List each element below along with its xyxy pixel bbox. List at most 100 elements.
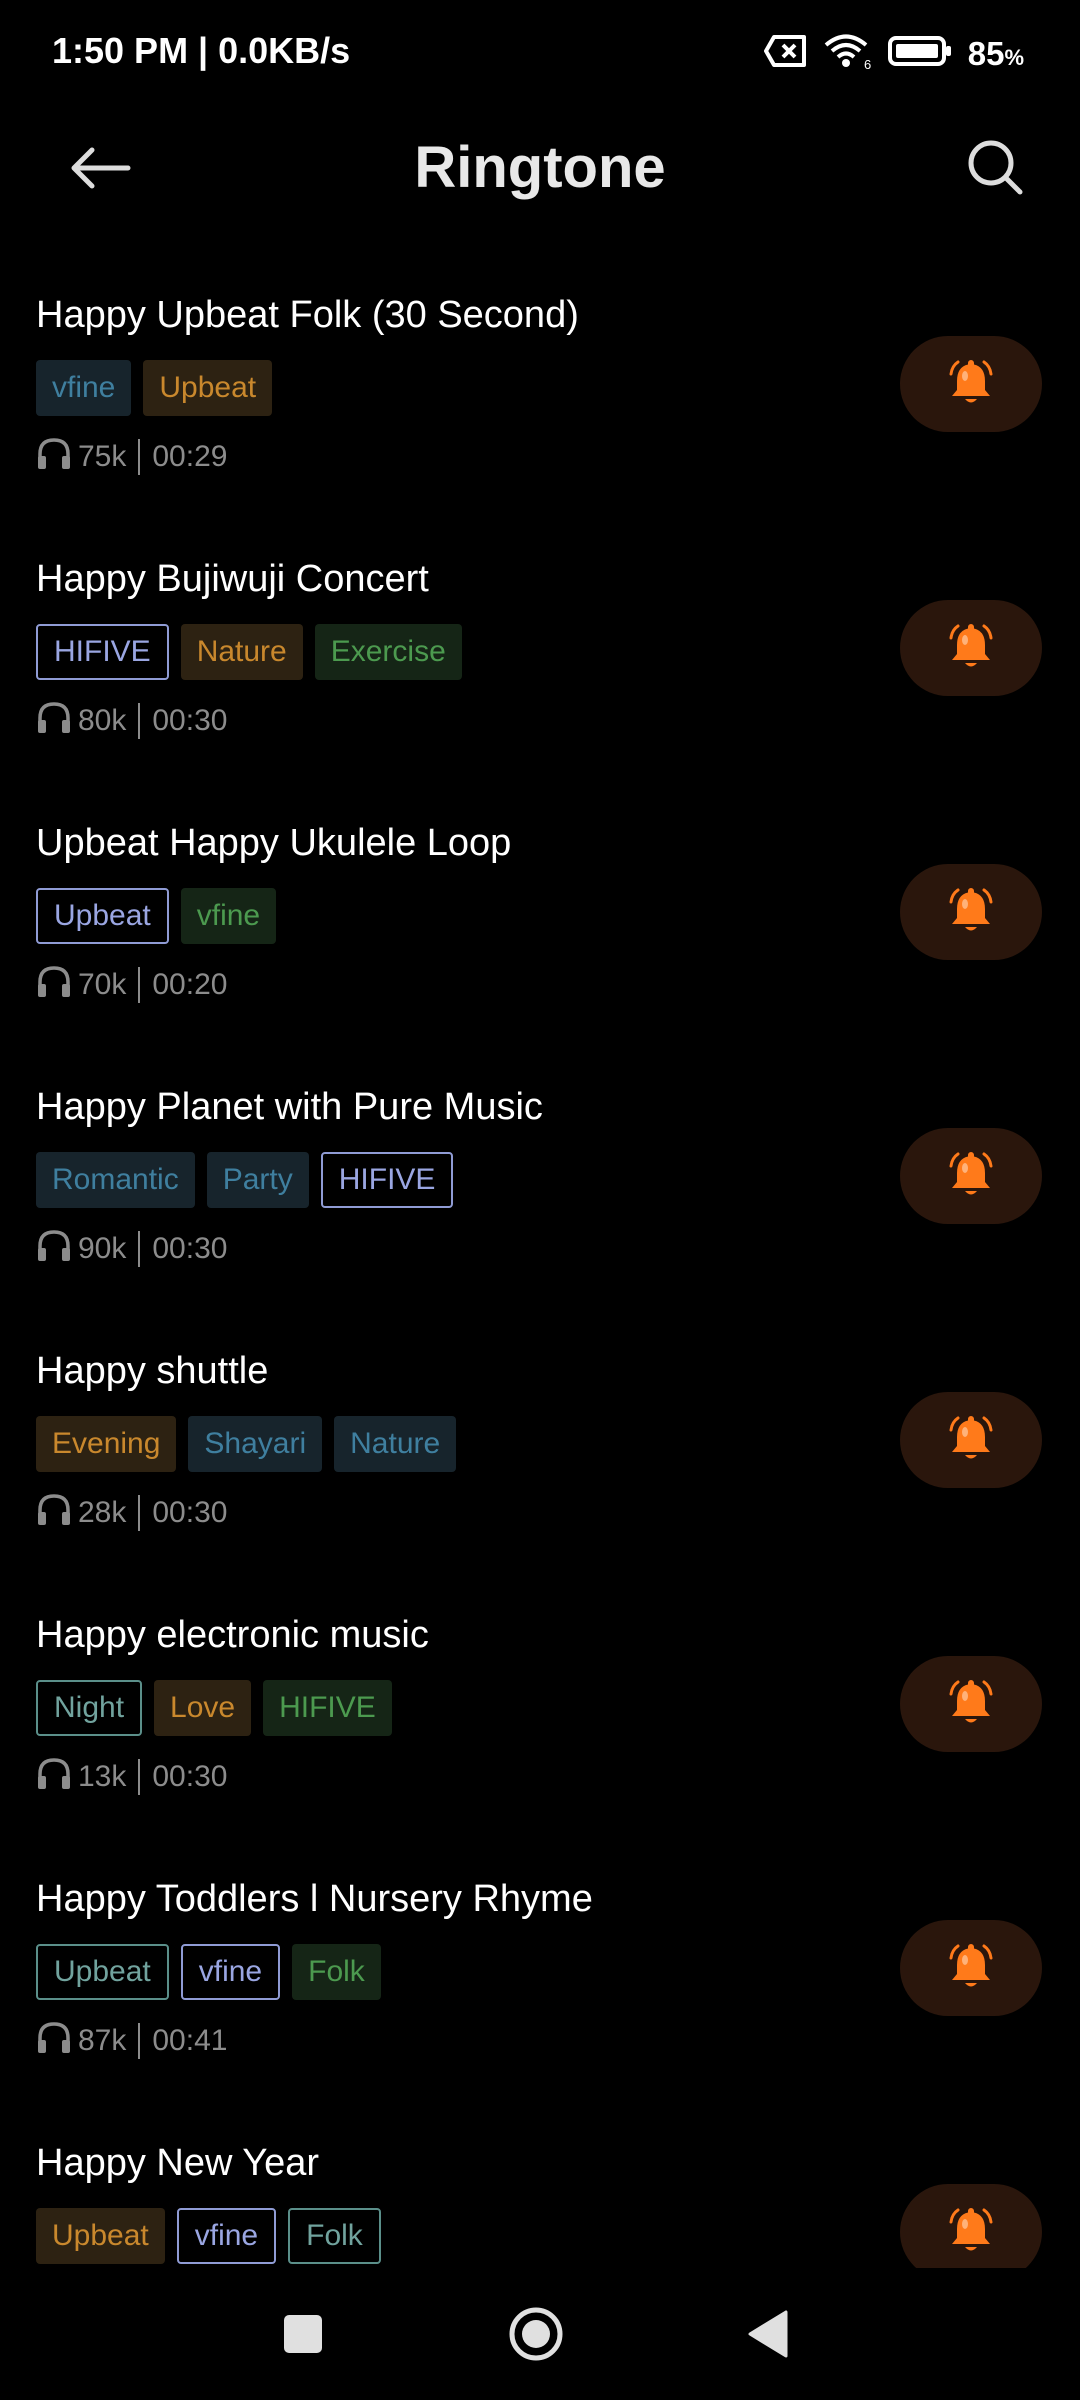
duration: 00:20 [152, 968, 228, 1001]
tag-list: Evening Shayari Nature [36, 1416, 457, 1472]
svg-text:6: 6 [864, 57, 871, 70]
ringtone-item[interactable]: Happy Planet with Pure Music Romantic Par… [0, 1062, 1080, 1326]
status-bar: 1:50 PM | 0.0KB/s 6 85% [0, 0, 1080, 100]
ringtone-title: Happy Upbeat Folk (30 Second) [36, 294, 579, 336]
meta-divider [138, 2023, 141, 2059]
tag-badge[interactable]: Nature [334, 1416, 457, 1472]
nav-back-button[interactable] [738, 2306, 798, 2366]
ringtone-item[interactable]: Happy Bujiwuji Concert HIFIVE Nature Exerc… [0, 534, 1080, 798]
wifi-icon: 6 [822, 32, 874, 75]
set-ringtone-button[interactable] [900, 864, 1042, 960]
battery-percent: 85% [967, 34, 1024, 72]
sim-off-icon [763, 34, 808, 73]
ringtone-title: Happy New Year [36, 2142, 320, 2184]
status-icons: 6 85% [763, 32, 1024, 75]
ringtone-title: Happy Bujiwuji Concert [36, 558, 429, 600]
duration: 00:30 [152, 1232, 228, 1265]
bell-icon [945, 1940, 997, 1997]
play-count: 13k [78, 1760, 127, 1793]
ringtone-meta: 75k 00:29 [36, 436, 227, 478]
search-icon [966, 138, 1024, 201]
tag-badge[interactable]: Upbeat [143, 360, 273, 416]
set-ringtone-button[interactable] [900, 1392, 1042, 1488]
headphones-icon [36, 2020, 72, 2062]
ringtone-item[interactable]: Happy Toddlers l Nursery Rhyme Upbeat vfi… [0, 1854, 1080, 2118]
duration: 00:41 [152, 2024, 228, 2057]
headphones-icon [36, 964, 72, 1006]
ringtone-title: Happy Planet with Pure Music [36, 1086, 543, 1128]
bell-icon [945, 620, 997, 677]
set-ringtone-button[interactable] [900, 600, 1042, 696]
tag-badge[interactable]: Night [36, 1680, 143, 1736]
system-nav-bar [0, 2270, 1080, 2400]
tag-badge[interactable]: vfine [176, 2208, 277, 2264]
meta-divider [138, 439, 141, 475]
play-count: 70k [78, 968, 127, 1001]
duration: 00:29 [152, 440, 228, 473]
tag-badge[interactable]: Love [154, 1680, 252, 1736]
duration: 00:30 [152, 1760, 228, 1793]
ringtone-meta: 80k 00:30 [36, 700, 227, 742]
set-ringtone-button[interactable] [900, 2184, 1042, 2268]
tag-badge[interactable]: HIFIVE [263, 1680, 392, 1736]
play-count: 90k [78, 1232, 127, 1265]
ringtone-item[interactable]: Happy electronic music Night Love HIFIVE 1… [0, 1590, 1080, 1854]
duration: 00:30 [152, 1496, 228, 1529]
set-ringtone-button[interactable] [900, 1920, 1042, 2016]
duration: 00:30 [152, 704, 228, 737]
tag-badge[interactable]: Shayari [188, 1416, 323, 1472]
play-count: 28k [78, 1496, 127, 1529]
tag-badge[interactable]: Upbeat [36, 888, 169, 944]
bell-icon [945, 884, 997, 941]
meta-divider [138, 1231, 141, 1267]
recents-button[interactable] [273, 2306, 333, 2366]
bell-icon [945, 1148, 997, 1205]
set-ringtone-button[interactable] [900, 1128, 1042, 1224]
tag-list: Upbeat vfine Folk [36, 2208, 381, 2264]
tag-badge[interactable]: vfine [180, 1944, 281, 2000]
ringtone-meta: 28k 00:30 [36, 1492, 227, 1534]
tag-badge[interactable]: Party [206, 1152, 309, 1208]
ringtone-meta: 87k 00:41 [36, 2020, 227, 2062]
home-button[interactable] [506, 2306, 566, 2366]
tag-badge[interactable]: Evening [36, 1416, 177, 1472]
ringtone-item[interactable]: Happy New Year Upbeat vfine Folk [0, 2118, 1080, 2268]
tag-badge[interactable]: vfine [180, 888, 277, 944]
meta-divider [138, 967, 141, 1003]
battery-icon [887, 34, 954, 73]
tag-badge[interactable]: Romantic [36, 1152, 195, 1208]
ringtone-item[interactable]: Happy shuttle Evening Shayari Nature 28k 0… [0, 1326, 1080, 1590]
tag-badge[interactable]: Folk [292, 1944, 381, 2000]
play-count: 75k [78, 440, 127, 473]
tag-badge[interactable]: HIFIVE [320, 1152, 454, 1208]
app-bar: Ringtone [0, 120, 1080, 220]
square-icon [283, 2314, 323, 2359]
ringtone-meta: 70k 00:20 [36, 964, 227, 1006]
play-count: 80k [78, 704, 127, 737]
headphones-icon [36, 436, 72, 478]
tag-badge[interactable]: vfine [36, 360, 132, 416]
tag-badge[interactable]: Folk [288, 2208, 381, 2264]
tag-badge[interactable]: Upbeat [36, 1944, 169, 2000]
tag-badge[interactable]: Upbeat [36, 2208, 165, 2264]
search-button[interactable] [960, 134, 1030, 204]
tag-list: HIFIVE Nature Exercise [36, 624, 462, 680]
tag-badge[interactable]: Nature [180, 624, 303, 680]
set-ringtone-button[interactable] [900, 336, 1042, 432]
ringtone-item[interactable]: Upbeat Happy Ukulele Loop Upbeat vfine 70… [0, 798, 1080, 1062]
tag-badge[interactable]: Exercise [314, 624, 462, 680]
ringtone-title: Upbeat Happy Ukulele Loop [36, 822, 512, 864]
tag-list: Romantic Party HIFIVE [36, 1152, 454, 1208]
tag-list: Upbeat vfine Folk [36, 1944, 381, 2000]
ringtone-meta: 13k 00:30 [36, 1756, 227, 1798]
ringtone-item[interactable]: Happy Upbeat Folk (30 Second) vfine Upbea… [0, 270, 1080, 534]
ringtone-title: Happy electronic music [36, 1614, 429, 1656]
set-ringtone-button[interactable] [900, 1656, 1042, 1752]
ringtone-list[interactable]: Happy Upbeat Folk (30 Second) vfine Upbea… [0, 270, 1080, 2268]
bell-icon [945, 1676, 997, 1733]
tag-badge[interactable]: HIFIVE [36, 624, 169, 680]
ringtone-title: Happy Toddlers l Nursery Rhyme [36, 1878, 593, 1920]
bell-icon [945, 356, 997, 413]
bell-icon [945, 1412, 997, 1469]
triangle-back-icon [746, 2310, 790, 2363]
